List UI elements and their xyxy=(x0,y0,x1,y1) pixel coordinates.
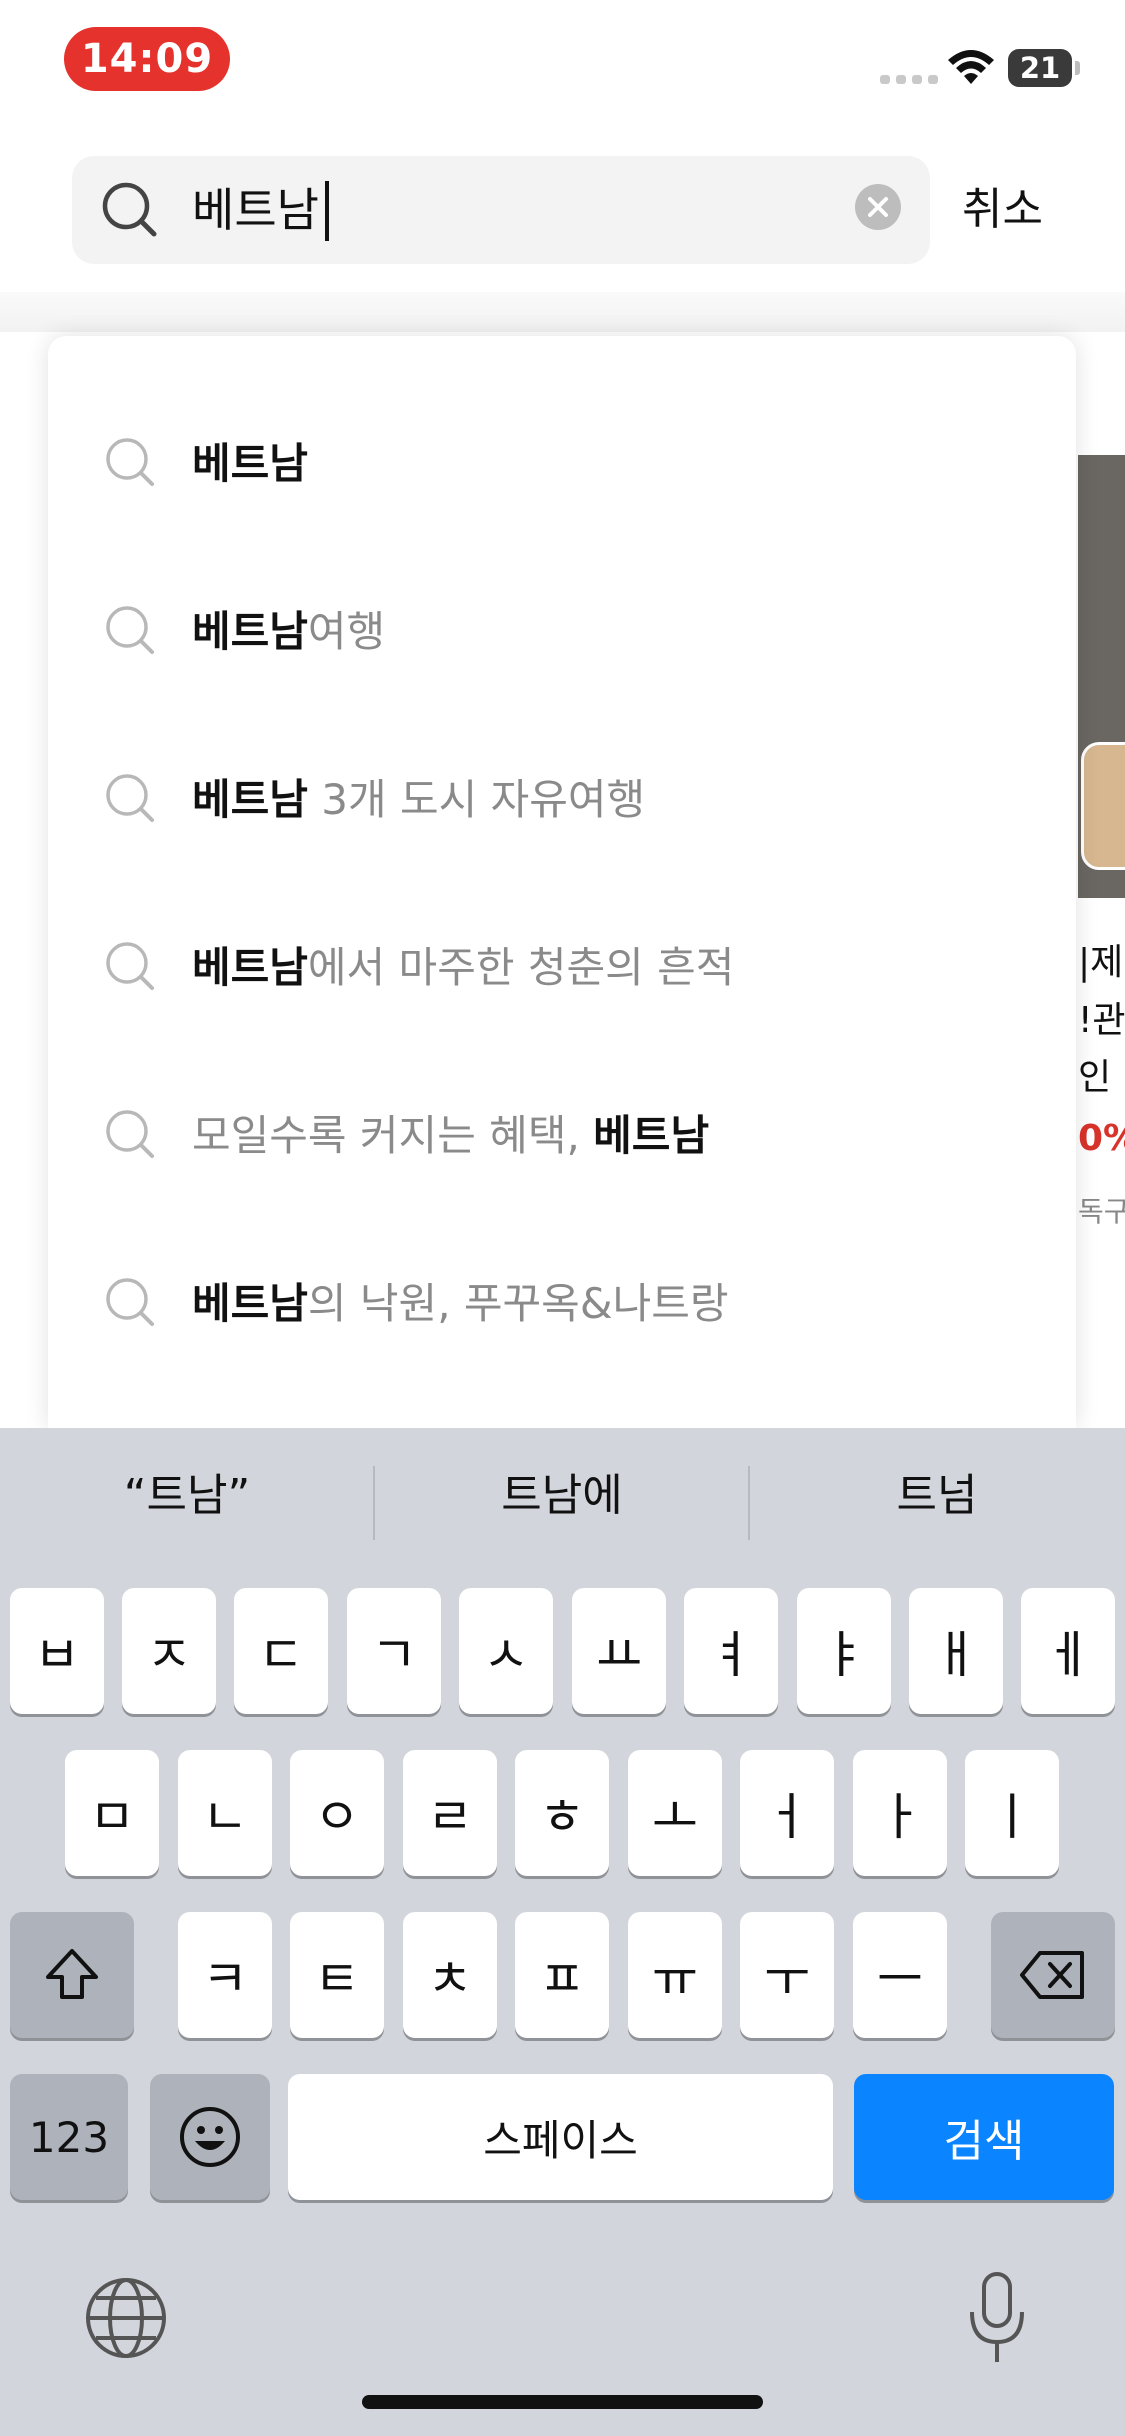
search-input[interactable]: 베트남 xyxy=(192,170,319,250)
suggestion-text: 베트남여행 xyxy=(192,607,386,656)
suggestion-item[interactable]: 모일수록 커지는 혜택, 베트남 xyxy=(48,1056,1076,1224)
key[interactable]: ㅏ xyxy=(853,1750,947,1876)
status-time: 14:09 xyxy=(64,27,230,91)
prediction-1[interactable]: “트남” xyxy=(0,1456,374,1536)
key[interactable]: ㄱ xyxy=(347,1588,441,1714)
key[interactable]: ㅔ xyxy=(1021,1588,1115,1714)
numbers-key[interactable]: 123 xyxy=(10,2074,128,2200)
key[interactable]: ㅎ xyxy=(515,1750,609,1876)
key[interactable]: ㄹ xyxy=(403,1750,497,1876)
wifi-icon xyxy=(948,50,994,84)
suggestion-item[interactable]: 베트남에서 마주한 청춘의 흔적 xyxy=(48,888,1076,1056)
key[interactable]: ㅜ xyxy=(740,1912,834,2038)
key[interactable]: ㅕ xyxy=(684,1588,778,1714)
text-cursor xyxy=(325,181,329,241)
key[interactable]: ㅗ xyxy=(628,1750,722,1876)
search-icon xyxy=(106,1110,154,1158)
background-card-text: |제 xyxy=(1078,942,1124,983)
key[interactable]: ㅌ xyxy=(290,1912,384,2038)
suggestion-text: 모일수록 커지는 혜택, 베트남 xyxy=(192,1111,710,1160)
background-card-thumbnail xyxy=(1081,742,1125,870)
key[interactable]: ㅂ xyxy=(10,1588,104,1714)
key[interactable]: ㅑ xyxy=(797,1588,891,1714)
space-key[interactable]: 스페이스 xyxy=(288,2074,833,2200)
cancel-button[interactable]: 취소 xyxy=(962,170,1043,250)
key[interactable]: ㄴ xyxy=(178,1750,272,1876)
key[interactable]: ㅠ xyxy=(628,1912,722,2038)
search-icon xyxy=(106,1278,154,1326)
keyboard: “트남” 트남에 트넘 ㅂ ㅈ ㄷ ㄱ ㅅ ㅛ ㅕ ㅑ ㅐ ㅔ ㅁ ㄴ ㅇ ㄹ … xyxy=(0,1428,1125,2436)
suggestion-text: 베트남에서 마주한 청춘의 흔적 xyxy=(192,943,735,992)
key[interactable]: ㅈ xyxy=(122,1588,216,1714)
backspace-icon xyxy=(1020,1951,1084,1999)
delete-key[interactable] xyxy=(991,1912,1115,2038)
clear-search-icon[interactable] xyxy=(854,183,902,231)
suggestion-item[interactable]: 베트남여행 xyxy=(48,552,1076,720)
cellular-signal-icon xyxy=(880,75,938,84)
battery-tip xyxy=(1075,61,1080,75)
key[interactable]: ㅁ xyxy=(65,1750,159,1876)
key[interactable]: ㅇ xyxy=(290,1750,384,1876)
search-icon xyxy=(106,438,154,486)
search-icon xyxy=(106,942,154,990)
search-icon xyxy=(106,774,154,822)
emoji-key[interactable] xyxy=(150,2074,270,2200)
key[interactable]: ㅓ xyxy=(740,1750,834,1876)
suggestion-item[interactable]: 베트남 xyxy=(48,384,1076,552)
home-indicator xyxy=(362,2395,763,2409)
background-card-discount: 0% xyxy=(1078,1118,1125,1159)
key[interactable]: ㅋ xyxy=(178,1912,272,2038)
key[interactable]: ㅡ xyxy=(853,1912,947,2038)
shift-icon xyxy=(46,1949,98,1999)
search-icon xyxy=(102,182,157,237)
suggestion-item[interactable]: 베트남 3개 도시 자유여행 xyxy=(48,720,1076,888)
search-suggestions-list: 베트남 베트남여행 베트남 3개 도시 자유여행 베트남에서 마주한 청춘의 흔… xyxy=(48,336,1076,1428)
suggestion-text: 베트남의 낙원, 푸꾸옥&나트랑 xyxy=(192,1279,729,1328)
battery-icon: 21 xyxy=(1008,49,1072,87)
prediction-2[interactable]: 트남에 xyxy=(375,1456,749,1536)
emoji-icon xyxy=(180,2107,240,2167)
key[interactable]: ㅐ xyxy=(909,1588,1003,1714)
key[interactable]: ㄷ xyxy=(234,1588,328,1714)
background-card-text: 인 xyxy=(1078,1057,1112,1098)
microphone-icon[interactable] xyxy=(962,2268,1032,2368)
key[interactable]: ㅍ xyxy=(515,1912,609,2038)
suggestion-item[interactable]: 베트남의 낙원, 푸꾸옥&나트랑 xyxy=(48,1224,1076,1392)
suggestion-text: 베트남 3개 도시 자유여행 xyxy=(192,775,646,824)
suggestion-text: 베트남 xyxy=(192,439,308,488)
background-divider xyxy=(0,292,1125,332)
suggestion-item[interactable] xyxy=(48,1392,1076,1428)
background-card-text: !관 xyxy=(1078,1000,1125,1041)
key[interactable]: ㅅ xyxy=(459,1588,553,1714)
globe-icon[interactable] xyxy=(84,2276,168,2360)
key[interactable]: ㅣ xyxy=(965,1750,1059,1876)
prediction-3[interactable]: 트넘 xyxy=(750,1456,1124,1536)
key[interactable]: ㅊ xyxy=(403,1912,497,2038)
shift-key[interactable] xyxy=(10,1912,134,2038)
key[interactable]: ㅛ xyxy=(572,1588,666,1714)
search-key[interactable]: 검색 xyxy=(854,2074,1114,2200)
background-card-meta: 독구 xyxy=(1078,1195,1125,1228)
search-icon xyxy=(106,606,154,654)
